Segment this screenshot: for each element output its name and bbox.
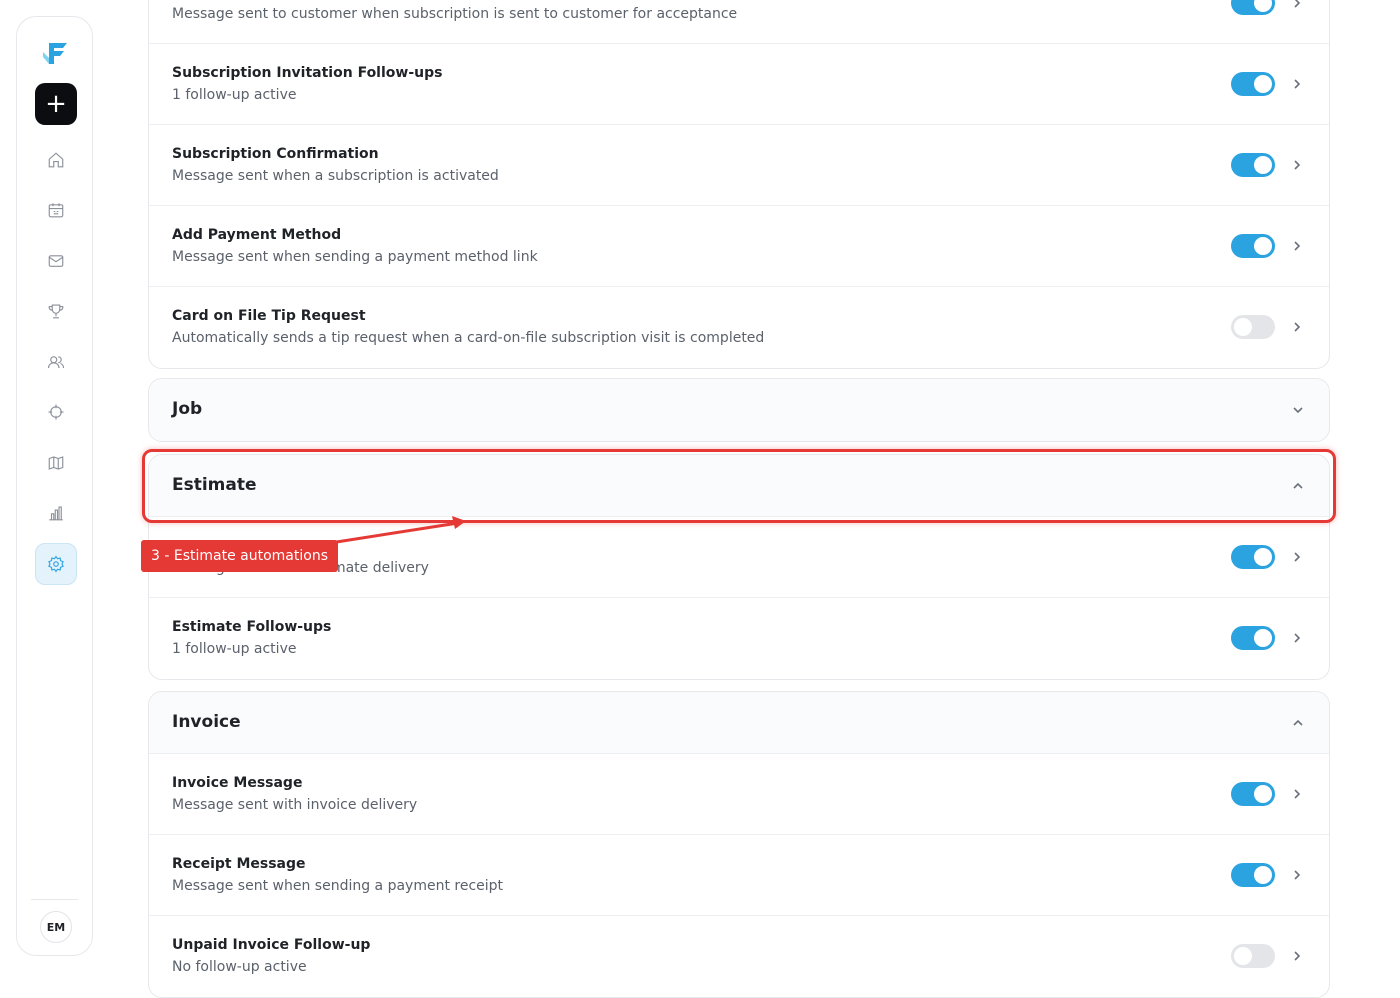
section-title: Estimate (172, 475, 257, 495)
automation-toggle[interactable] (1231, 944, 1275, 968)
chevron-right-icon[interactable] (1289, 238, 1305, 254)
job-section-header[interactable]: Job (149, 379, 1329, 441)
section-title: Invoice (172, 712, 241, 732)
row-description: 1 follow-up active (172, 87, 297, 103)
chevron-right-icon[interactable] (1289, 867, 1305, 883)
row-title: Add Payment Method (172, 227, 342, 243)
automation-row[interactable]: Unpaid Invoice Follow-up No follow-up ac… (149, 916, 1329, 997)
automation-toggle[interactable] (1231, 545, 1275, 569)
row-description: Message sent when sending a payment rece… (172, 878, 504, 894)
chevron-right-icon[interactable] (1289, 0, 1305, 11)
user-avatar[interactable]: EM (40, 911, 72, 943)
nav-reports[interactable] (35, 492, 77, 534)
nav-settings[interactable] (35, 543, 77, 585)
row-title: Invoice Message (172, 775, 303, 791)
mail-icon (48, 255, 64, 267)
row-description: Automatically sends a tip request when a… (172, 330, 765, 346)
nav-trophy[interactable] (35, 290, 77, 332)
invoice-section: Invoice Invoice Message Message sent wit… (148, 691, 1330, 998)
chevron-right-icon[interactable] (1289, 319, 1305, 335)
nav-mail[interactable] (35, 240, 77, 282)
annotation-callout-label: 3 - Estimate automations (141, 540, 338, 572)
section-title: Job (172, 399, 203, 419)
automation-row[interactable]: Receipt Message Message sent when sendin… (149, 835, 1329, 916)
invoice-section-header[interactable]: Invoice (149, 692, 1329, 754)
row-title: Unpaid Invoice Follow-up (172, 937, 371, 953)
row-title: Subscription Invitation Follow-ups (172, 65, 443, 81)
automation-row[interactable]: Card on File Tip Request Automatically s… (149, 287, 1329, 368)
sidebar-divider (31, 899, 78, 900)
chevron-right-icon[interactable] (1289, 157, 1305, 173)
chevron-up-icon[interactable] (1290, 478, 1306, 494)
nav-target[interactable] (35, 391, 77, 433)
automation-toggle[interactable] (1231, 153, 1275, 177)
map-icon (48, 456, 64, 470)
app-logo-icon[interactable] (40, 37, 72, 69)
gear-icon (48, 555, 64, 573)
automation-row[interactable]: Estimate Follow-ups 1 follow-up active (149, 598, 1329, 679)
job-section: Job (148, 378, 1330, 442)
automation-toggle[interactable] (1231, 863, 1275, 887)
sidebar: + EM (16, 16, 93, 956)
row-description: Message sent when a subscription is acti… (172, 168, 499, 184)
row-description: Message sent to customer when subscripti… (172, 6, 738, 22)
automation-toggle[interactable] (1231, 626, 1275, 650)
home-icon (48, 152, 64, 168)
chevron-right-icon[interactable] (1289, 549, 1305, 565)
nav-map[interactable] (35, 442, 77, 484)
automation-row[interactable]: Add Payment Method Message sent when sen… (149, 206, 1329, 287)
target-icon (48, 404, 64, 420)
nav-home[interactable] (35, 139, 77, 181)
calendar-icon (48, 203, 64, 218)
automation-toggle[interactable] (1231, 0, 1275, 15)
automation-toggle[interactable] (1231, 72, 1275, 96)
automation-row[interactable]: Message sent to customer when subscripti… (149, 0, 1329, 44)
chevron-right-icon[interactable] (1289, 76, 1305, 92)
chevron-right-icon[interactable] (1289, 786, 1305, 802)
row-title: Subscription Confirmation (172, 146, 379, 162)
subscription-section: Message sent to customer when subscripti… (148, 0, 1330, 369)
estimate-section-header[interactable]: Estimate (149, 455, 1329, 517)
automation-toggle[interactable] (1231, 315, 1275, 339)
trophy-icon (48, 304, 64, 319)
row-description: 1 follow-up active (172, 641, 297, 657)
row-description: No follow-up active (172, 959, 307, 975)
chevron-down-icon[interactable] (1290, 402, 1306, 418)
row-description: Message sent with invoice delivery (172, 797, 418, 813)
bar-chart-icon (49, 506, 63, 521)
users-icon (47, 356, 65, 369)
nav-users[interactable] (35, 341, 77, 383)
automation-toggle[interactable] (1231, 234, 1275, 258)
automation-row[interactable]: Subscription Confirmation Message sent w… (149, 125, 1329, 206)
row-title: Card on File Tip Request (172, 308, 366, 324)
chevron-up-icon[interactable] (1290, 715, 1306, 731)
automation-row[interactable]: Subscription Invitation Follow-ups 1 fol… (149, 44, 1329, 125)
chevron-right-icon[interactable] (1289, 630, 1305, 646)
automation-toggle[interactable] (1231, 782, 1275, 806)
nav-calendar[interactable] (35, 189, 77, 231)
chevron-right-icon[interactable] (1289, 948, 1305, 964)
row-title: Receipt Message (172, 856, 306, 872)
automation-row[interactable]: Invoice Message Message sent with invoic… (149, 754, 1329, 835)
row-description: Message sent when sending a payment meth… (172, 249, 538, 265)
row-title: Estimate Follow-ups (172, 619, 332, 635)
create-new-button[interactable]: + (35, 83, 77, 125)
